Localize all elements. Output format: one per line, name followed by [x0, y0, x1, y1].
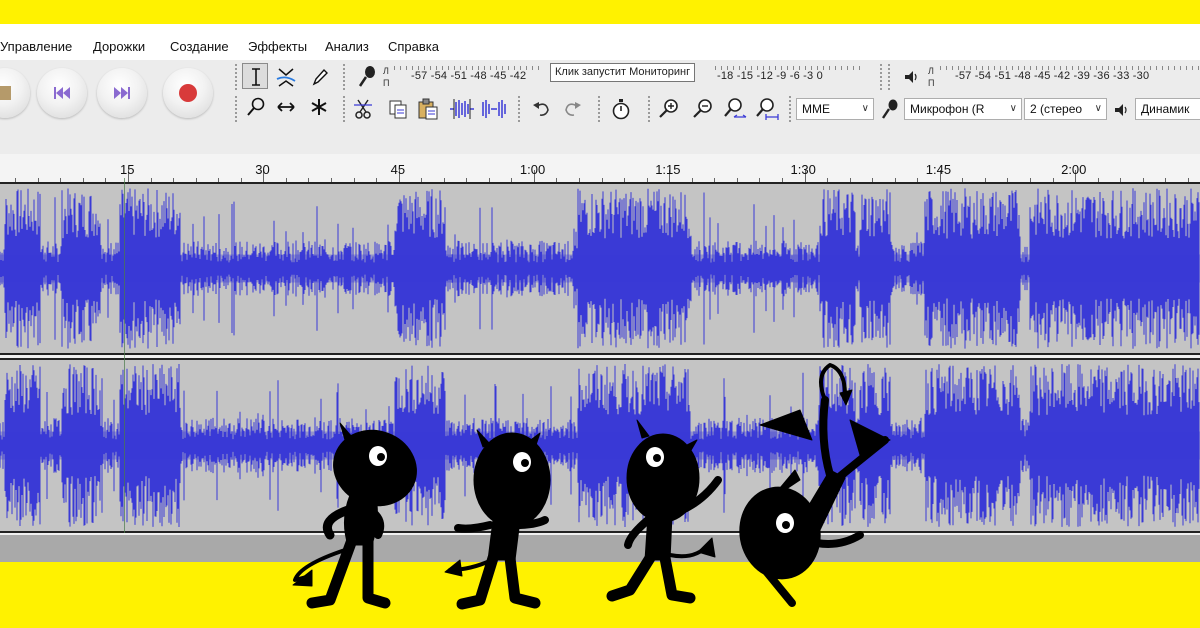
- devil-figure-1: [292, 422, 417, 609]
- dancing-devils-illustration: [292, 363, 891, 610]
- devil-figure-2: [444, 429, 551, 610]
- devil-figure-4: [739, 363, 891, 607]
- devil-figure-3: [606, 419, 722, 604]
